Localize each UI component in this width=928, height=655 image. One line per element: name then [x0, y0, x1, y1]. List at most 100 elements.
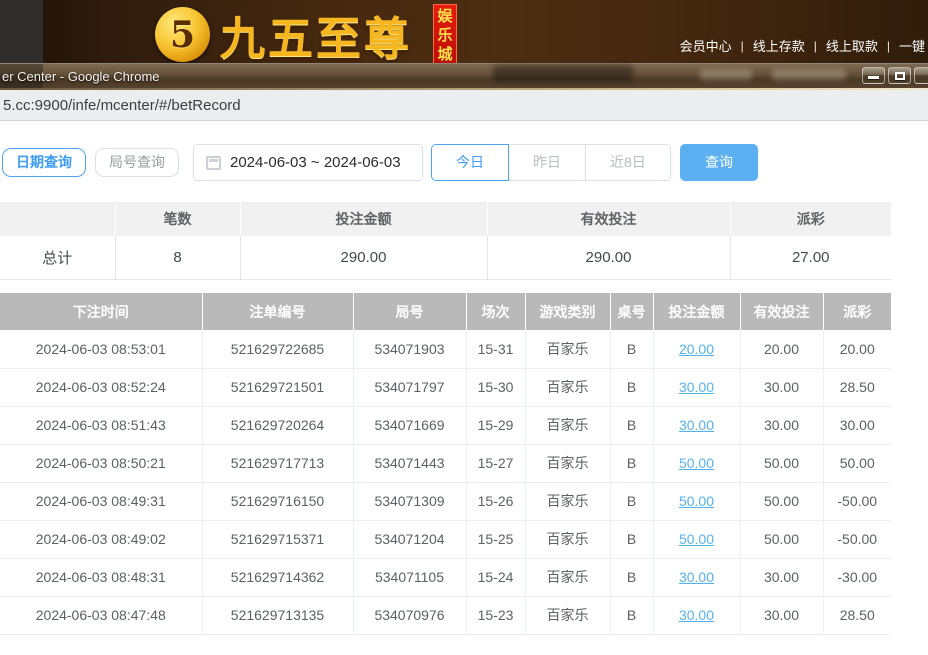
- window-controls: [862, 67, 928, 84]
- cell-bet-id: 521629722685: [202, 330, 353, 368]
- cell-payout: 28.50: [823, 368, 891, 406]
- cell-session: 15-26: [466, 482, 525, 520]
- redacted-blur: [700, 69, 752, 80]
- cell-bet-time: 2024-06-03 08:50:21: [0, 444, 202, 482]
- banner-nav: 会员中心 | 线上存款 | 线上取款 | 一键: [680, 36, 925, 55]
- cell-bet-time: 2024-06-03 08:53:01: [0, 330, 202, 368]
- cell-valid-bet: 20.00: [740, 330, 823, 368]
- nav-online-deposit[interactable]: 线上存款: [753, 36, 805, 55]
- maximize-button[interactable]: [888, 67, 911, 84]
- cell-payout: 30.00: [823, 406, 891, 444]
- header-table-no: 桌号: [610, 293, 653, 330]
- quick-range-group: 今日 昨日 近8日: [431, 144, 671, 181]
- badge-char: 娱: [434, 7, 456, 26]
- cell-valid-bet: 50.00: [740, 444, 823, 482]
- cell-game-type: 百家乐: [525, 368, 610, 406]
- cell-payout: -30.00: [823, 558, 891, 596]
- cell-game-type: 百家乐: [525, 596, 610, 634]
- cell-payout: 28.50: [823, 596, 891, 634]
- minimize-button[interactable]: [862, 67, 885, 84]
- address-bar[interactable]: 5.cc:9900/infe/mcenter/#/betRecord: [0, 90, 928, 121]
- bet-amount-link[interactable]: 20.00: [679, 341, 714, 357]
- cell-table-no: B: [610, 406, 653, 444]
- bet-table-header-row: 下注时间 注单编号 局号 场次 游戏类别 桌号 投注金额 有效投注 派彩: [0, 293, 891, 330]
- logo-coin-icon: 5: [155, 7, 210, 62]
- cell-game-type: 百家乐: [525, 558, 610, 596]
- cell-payout: 20.00: [823, 330, 891, 368]
- background-window-edge: [0, 0, 43, 63]
- cell-bet-id: 521629714362: [202, 558, 353, 596]
- cell-valid-bet: 50.00: [740, 520, 823, 558]
- cell-game-type: 百家乐: [525, 444, 610, 482]
- bet-amount-link[interactable]: 50.00: [679, 531, 714, 547]
- logo-monogram: 5: [170, 14, 195, 56]
- cell-round-no: 534071797: [353, 368, 466, 406]
- summary-payout: 27.00: [730, 236, 891, 279]
- nav-member-center[interactable]: 会员中心: [680, 36, 732, 55]
- cell-bet-time: 2024-06-03 08:52:24: [0, 368, 202, 406]
- bet-amount-link[interactable]: 30.00: [679, 569, 714, 585]
- nav-separator: |: [814, 39, 817, 53]
- cell-session: 15-25: [466, 520, 525, 558]
- summary-bet-amount: 290.00: [240, 236, 487, 279]
- filter-row: 日期查询 局号查询 2024-06-03 ~ 2024-06-03 今日 昨日 …: [0, 143, 928, 180]
- date-range-value: 2024-06-03 ~ 2024-06-03: [230, 154, 401, 171]
- bet-records-table: 下注时间 注单编号 局号 场次 游戏类别 桌号 投注金额 有效投注 派彩 202…: [0, 293, 891, 635]
- yesterday-button[interactable]: 昨日: [508, 144, 586, 181]
- summary-valid-bet: 290.00: [487, 236, 730, 279]
- round-query-tab[interactable]: 局号查询: [95, 148, 179, 177]
- cell-session: 15-27: [466, 444, 525, 482]
- cell-table-no: B: [610, 444, 653, 482]
- header-session: 场次: [466, 293, 525, 330]
- search-button[interactable]: 查询: [680, 144, 758, 181]
- cell-game-type: 百家乐: [525, 520, 610, 558]
- close-button[interactable]: [914, 67, 928, 84]
- cell-game-type: 百家乐: [525, 482, 610, 520]
- table-row: 2024-06-03 08:50:21 521629717713 5340714…: [0, 444, 891, 482]
- today-button[interactable]: 今日: [431, 144, 509, 181]
- cell-round-no: 534071105: [353, 558, 466, 596]
- page-content: 日期查询 局号查询 2024-06-03 ~ 2024-06-03 今日 昨日 …: [0, 122, 928, 655]
- summary-header-count: 笔数: [115, 202, 240, 236]
- cell-table-no: B: [610, 330, 653, 368]
- url-text[interactable]: 5.cc:9900/infe/mcenter/#/betRecord: [3, 97, 241, 114]
- cell-valid-bet: 50.00: [740, 482, 823, 520]
- bet-amount-link[interactable]: 30.00: [679, 379, 714, 395]
- bet-amount-link[interactable]: 30.00: [679, 417, 714, 433]
- cell-payout: 50.00: [823, 444, 891, 482]
- redacted-blur: [772, 69, 846, 80]
- cell-table-no: B: [610, 520, 653, 558]
- logo-badge: 娱 乐 城: [433, 4, 457, 63]
- date-query-tab[interactable]: 日期查询: [2, 148, 86, 177]
- site-logo: 5 九五至尊: [155, 2, 412, 63]
- last-8-days-button[interactable]: 近8日: [585, 144, 671, 181]
- bet-amount-link[interactable]: 50.00: [679, 493, 714, 509]
- header-bet-id: 注单编号: [202, 293, 353, 330]
- cell-bet-time: 2024-06-03 08:51:43: [0, 406, 202, 444]
- cell-session: 15-24: [466, 558, 525, 596]
- table-row: 2024-06-03 08:48:31 521629714362 5340711…: [0, 558, 891, 596]
- bet-amount-link[interactable]: 50.00: [679, 455, 714, 471]
- cell-bet-id: 521629713135: [202, 596, 353, 634]
- cell-game-type: 百家乐: [525, 330, 610, 368]
- header-valid-bet: 有效投注: [740, 293, 823, 330]
- summary-header-empty: [0, 202, 115, 236]
- nav-online-withdraw[interactable]: 线上取款: [826, 36, 878, 55]
- cell-round-no: 534071204: [353, 520, 466, 558]
- cell-bet-id: 521629720264: [202, 406, 353, 444]
- cell-table-no: B: [610, 368, 653, 406]
- nav-one-key[interactable]: 一键: [899, 36, 925, 55]
- cell-table-no: B: [610, 596, 653, 634]
- cell-bet-time: 2024-06-03 08:49:02: [0, 520, 202, 558]
- header-round-no: 局号: [353, 293, 466, 330]
- bet-amount-link[interactable]: 30.00: [679, 607, 714, 623]
- summary-header-bet-amount: 投注金额: [240, 202, 487, 236]
- cell-session: 15-31: [466, 330, 525, 368]
- cell-session: 15-29: [466, 406, 525, 444]
- site-title: 九五至尊: [220, 2, 412, 63]
- screen: 5 九五至尊 娱 乐 城 会员中心 | 线上存款 | 线上取款 | 一键 er …: [0, 0, 928, 655]
- date-range-input[interactable]: 2024-06-03 ~ 2024-06-03: [193, 144, 423, 181]
- badge-char: 乐: [434, 26, 456, 45]
- summary-header-row: 笔数 投注金额 有效投注 派彩: [0, 202, 891, 236]
- summary-table: 笔数 投注金额 有效投注 派彩 总计 8 290.00 290.00 27.00: [0, 202, 891, 280]
